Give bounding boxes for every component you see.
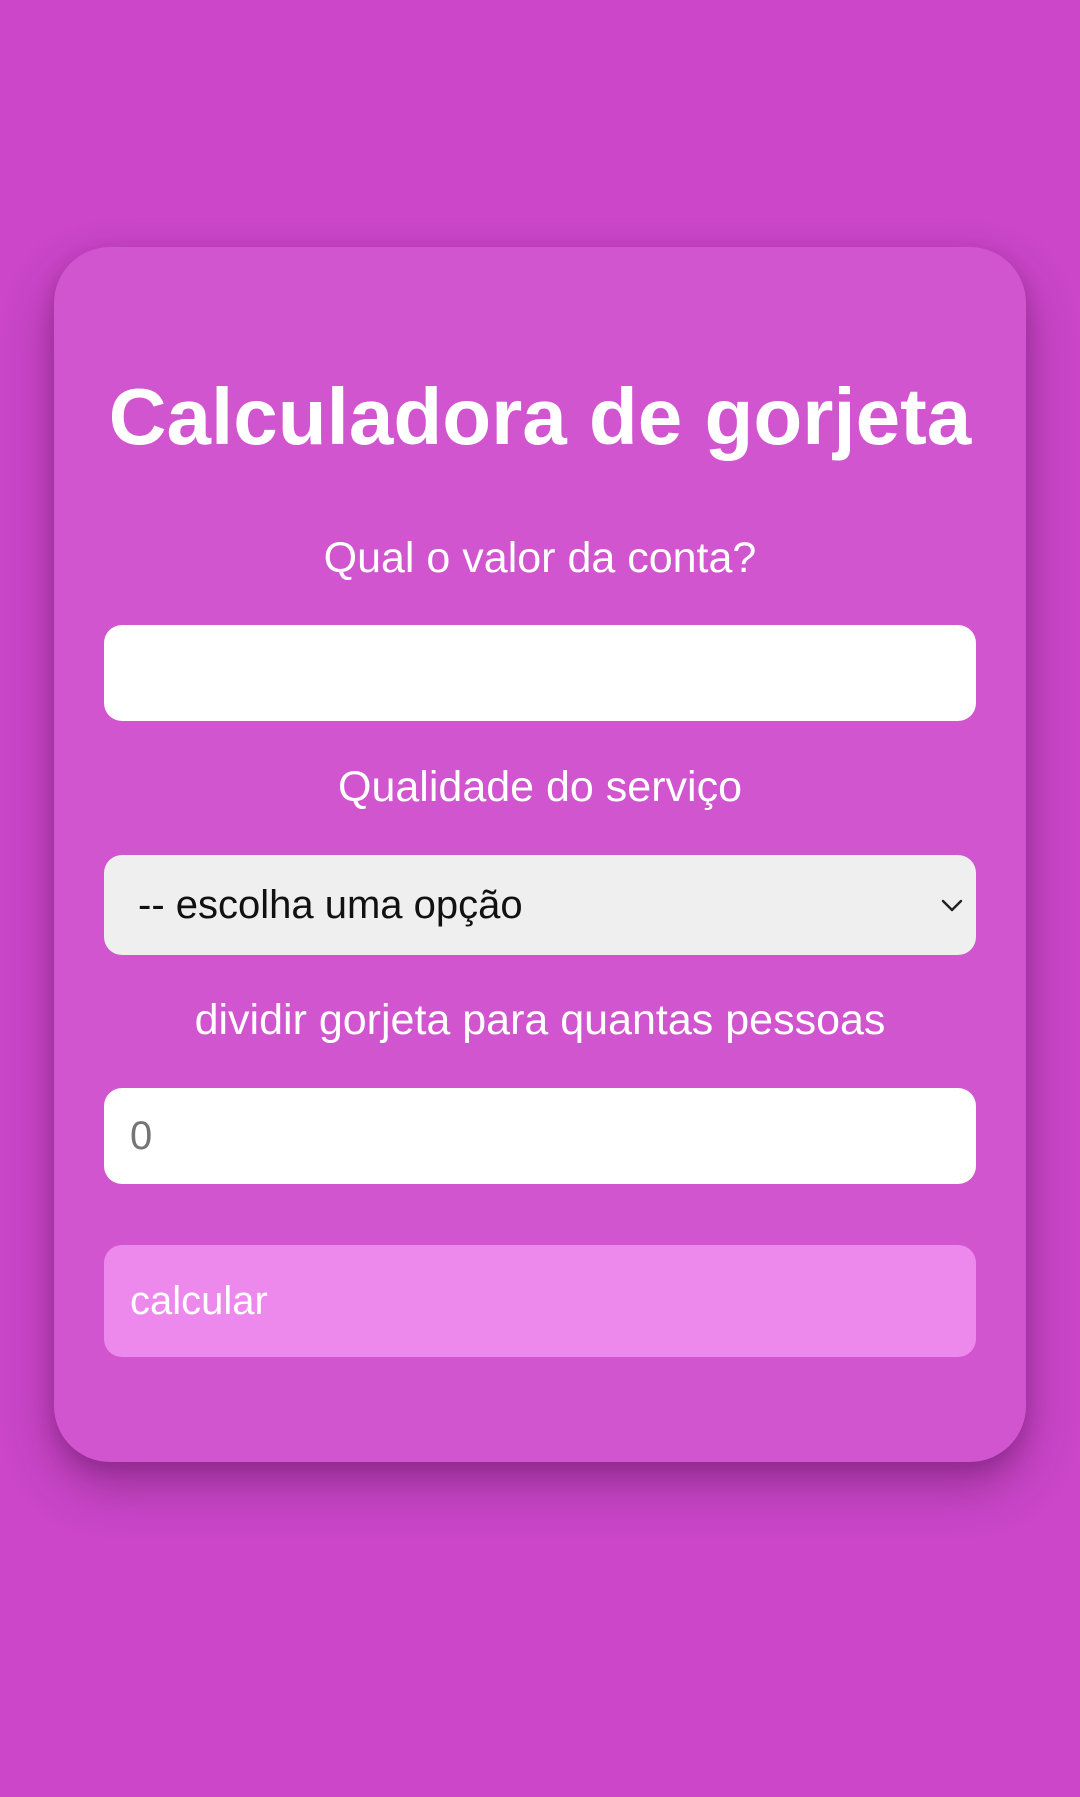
split-people-placeholder: 0 [130,1114,153,1158]
bill-amount-input[interactable] [104,625,976,721]
service-quality-select[interactable]: -- escolha uma opção [104,855,976,955]
service-quality-selected: -- escolha uma opção [138,883,523,927]
page-background: { "card": { "title": "Calculadora de gor… [0,0,1080,1797]
tip-calculator-card: Calculadora de gorjeta Qual o valor da c… [54,247,1026,1462]
calculate-button[interactable]: calcular [104,1245,976,1357]
split-people-label: dividir gorjeta para quantas pessoas [194,996,886,1044]
page-title: Calculadora de gorjeta [108,372,972,461]
split-people-input[interactable]: 0 [104,1088,976,1184]
service-quality-label: Qualidade do serviço [338,763,742,811]
bill-amount-label: Qual o valor da conta? [323,534,757,582]
chevron-down-icon [941,899,963,912]
calculate-button-label: calcular [130,1279,268,1323]
